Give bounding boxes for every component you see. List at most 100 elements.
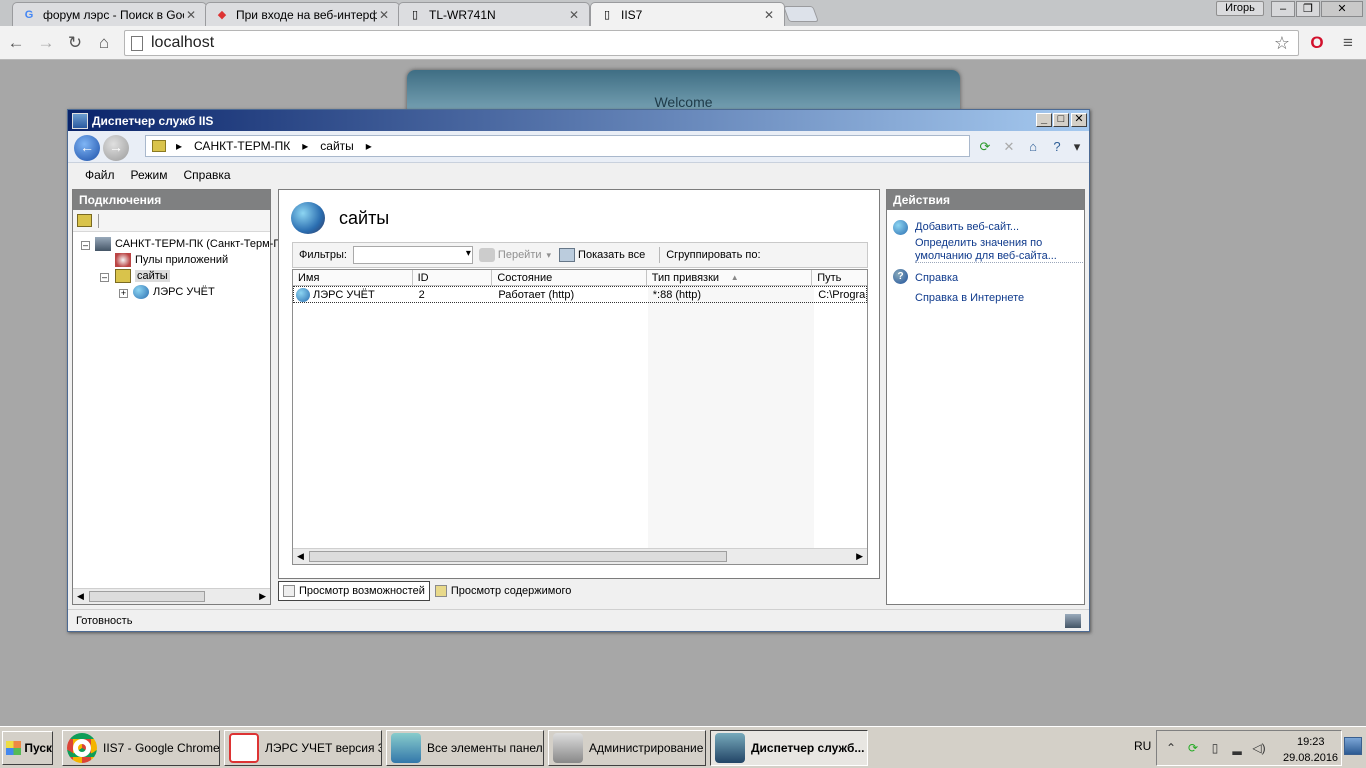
show-desktop-icon[interactable] <box>1344 737 1362 755</box>
close-tab-icon[interactable]: ✕ <box>184 8 198 22</box>
browser-toolbar: ← → ↻ ⌂ localhost ☆ O ≡ <box>0 26 1366 60</box>
folder-icon <box>152 140 166 152</box>
tree-server-node[interactable]: САНКТ-ТЕРМ-ПК (Санкт-Терм-П <box>95 237 281 251</box>
close-tab-icon[interactable]: ✕ <box>567 8 581 22</box>
breadcrumb-separator: ▸ <box>176 139 183 153</box>
go-button[interactable]: Перейти ▾ <box>478 248 552 262</box>
help-icon[interactable]: ? <box>1048 138 1066 156</box>
tab-tl-wr741n[interactable]: ▯ TL-WR741N ✕ <box>398 2 590 26</box>
status-text: Готовность <box>76 614 133 627</box>
column-state[interactable]: Состояние <box>492 270 647 285</box>
show-all-button[interactable]: Показать все <box>559 248 645 262</box>
reload-icon[interactable]: ↻ <box>65 33 85 53</box>
breadcrumb-sites[interactable]: сайты <box>320 139 354 153</box>
menu-help[interactable]: Справка <box>184 168 231 182</box>
tab-features-view[interactable]: Просмотр возможностей <box>278 581 430 601</box>
update-icon[interactable]: ⟳ <box>1185 741 1201 757</box>
chevron-up-icon[interactable]: ⌃ <box>1163 741 1179 757</box>
tab-google-search[interactable]: G форум лэрс - Поиск в Google ✕ <box>12 2 207 26</box>
help-link[interactable]: Справка <box>915 272 958 285</box>
page-icon <box>131 35 143 51</box>
start-button[interactable]: Пуск <box>2 731 53 765</box>
network-icon[interactable]: ▂ <box>1229 741 1245 757</box>
profile-button[interactable]: Игорь <box>1216 1 1264 16</box>
filter-input[interactable] <box>352 246 473 264</box>
scroll-left-icon[interactable]: ◀ <box>297 551 304 562</box>
minimize-icon[interactable]: _ <box>1036 113 1052 127</box>
taskbar-chrome[interactable]: IIS7 - Google Chrome <box>62 730 220 766</box>
clock-date[interactable]: 29.08.2016 <box>1283 752 1338 764</box>
forward-arrow-icon[interactable]: → <box>103 135 129 161</box>
close-icon[interactable]: ✕ <box>1071 113 1087 127</box>
refresh-icon[interactable]: ⟳ <box>976 138 994 156</box>
address-bar[interactable]: localhost ☆ <box>124 30 1299 56</box>
close-tab-icon[interactable]: ✕ <box>762 8 776 22</box>
column-name[interactable]: Имя <box>293 270 413 285</box>
stop-icon[interactable]: ✕ <box>1000 138 1018 156</box>
scroll-thumb[interactable] <box>89 591 205 602</box>
back-arrow-icon[interactable]: ← <box>6 33 26 53</box>
close-tab-icon[interactable]: ✕ <box>377 8 391 22</box>
scroll-left-icon[interactable]: ◀ <box>77 591 84 602</box>
close-window-icon[interactable]: ✕ <box>1321 1 1363 17</box>
scroll-right-icon[interactable]: ▶ <box>856 551 863 562</box>
actions-header: Действия <box>887 190 1084 210</box>
taskbar-administration[interactable]: Администрирование <box>548 730 706 766</box>
table-hscrollbar[interactable]: ◀ ▶ <box>293 548 867 564</box>
clock-time[interactable]: 19:23 <box>1297 736 1325 748</box>
maximize-icon[interactable]: ❐ <box>1296 1 1320 17</box>
online-help-link[interactable]: Справка в Интернете <box>915 292 1024 305</box>
connect-icon[interactable] <box>77 214 92 227</box>
tree-site-lers[interactable]: ЛЭРС УЧЁТ <box>133 285 215 299</box>
new-tab-button[interactable] <box>783 6 819 22</box>
language-indicator[interactable]: RU <box>1134 739 1151 753</box>
app-pool-icon <box>115 253 131 267</box>
cell-id: 2 <box>418 289 425 301</box>
connections-hscrollbar[interactable]: ◀ ▶ <box>73 588 270 604</box>
back-arrow-icon[interactable]: ← <box>74 135 100 161</box>
set-defaults-link[interactable]: Определить значения по умолчанию для веб… <box>915 237 1080 263</box>
show-all-icon <box>559 248 576 262</box>
cell-binding: *:88 (http) <box>652 289 702 301</box>
shield-icon: ◆ <box>217 9 227 21</box>
tab-web-interface[interactable]: ◆ При входе на веб-интерфейс ✕ <box>205 2 400 26</box>
home-icon[interactable]: ⌂ <box>1024 138 1042 156</box>
menu-file[interactable]: Файл <box>85 168 115 182</box>
tree-sites[interactable]: сайты <box>115 269 170 283</box>
minimize-icon[interactable]: – <box>1271 1 1295 17</box>
collapse-icon[interactable]: – <box>81 241 90 250</box>
taskbar-iis-manager[interactable]: Диспетчер служб... <box>710 730 868 766</box>
tab-content-view[interactable]: Просмотр содержимого <box>430 581 577 601</box>
tree-app-pools[interactable]: Пулы приложений <box>115 253 228 267</box>
add-website-link[interactable]: Добавить веб-сайт... <box>915 221 1019 234</box>
scroll-thumb[interactable] <box>309 551 727 562</box>
taskbar-lers[interactable]: ЛЭРС УЧЕТ версия 3... <box>224 730 382 766</box>
star-icon[interactable]: ☆ <box>1274 33 1290 54</box>
iis-breadcrumb[interactable]: ▸ САНКТ-ТЕРМ-ПК ▸ сайты ▸ <box>145 135 970 157</box>
home-icon[interactable]: ⌂ <box>94 33 114 53</box>
opera-icon[interactable]: O <box>1307 33 1327 53</box>
chevron-down-icon[interactable]: ▾ <box>1072 138 1082 156</box>
system-tray: ⌃ ⟳ ▯ ▂ ◁) 19:23 29.08.2016 <box>1156 730 1342 766</box>
iis-title-bar[interactable]: Диспетчер служб IIS _ □ ✕ <box>68 110 1089 131</box>
menu-view[interactable]: Режим <box>131 168 168 182</box>
column-path[interactable]: Путь <box>812 270 867 285</box>
windows-logo-icon <box>6 741 22 755</box>
scroll-right-icon[interactable]: ▶ <box>259 591 266 602</box>
expand-icon[interactable]: + <box>119 289 128 298</box>
help-icon: ? <box>893 269 908 284</box>
collapse-icon[interactable]: – <box>100 273 109 282</box>
menu-icon[interactable]: ≡ <box>1338 33 1358 53</box>
tab-iis7[interactable]: ▯ IIS7 ✕ <box>590 2 785 26</box>
column-binding[interactable]: Тип привязки ▲ <box>647 270 813 285</box>
chevron-down-icon[interactable]: ▾ <box>547 250 552 261</box>
forward-arrow-icon[interactable]: → <box>36 33 56 53</box>
taskbar-control-panel[interactable]: Все элементы панел... <box>386 730 544 766</box>
volume-icon[interactable]: ◁) <box>1251 741 1267 757</box>
table-row[interactable]: ЛЭРС УЧЁТ 2 Работает (http) *:88 (http) … <box>293 286 867 303</box>
group-by-button[interactable]: Сгруппировать по: <box>666 249 760 261</box>
breadcrumb-server[interactable]: САНКТ-ТЕРМ-ПК <box>194 139 290 153</box>
column-id[interactable]: ID <box>413 270 493 285</box>
usb-icon[interactable]: ▯ <box>1207 741 1223 757</box>
maximize-icon[interactable]: □ <box>1053 113 1069 127</box>
